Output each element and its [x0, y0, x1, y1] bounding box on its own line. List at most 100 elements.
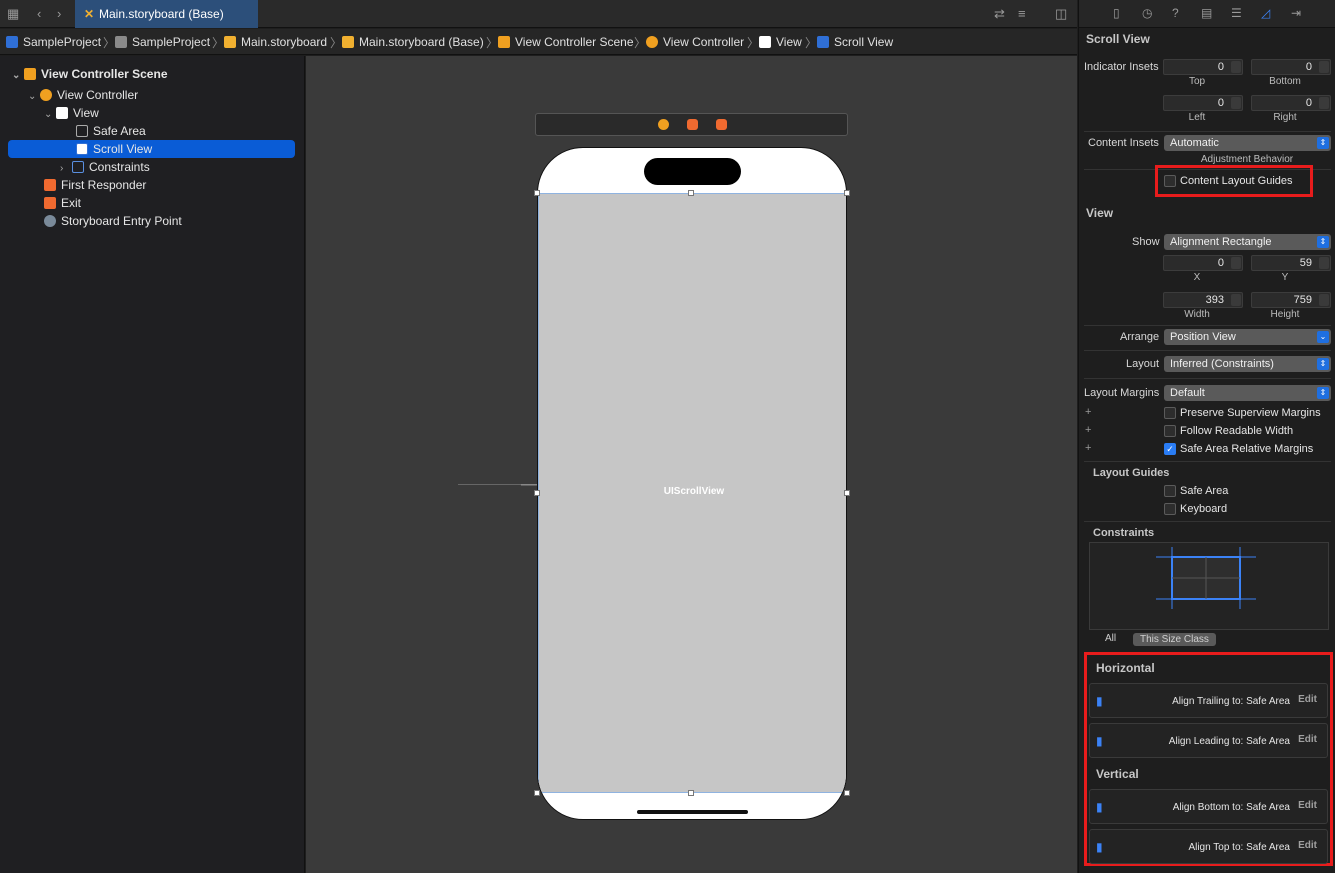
- plus-icon[interactable]: +: [1085, 406, 1091, 418]
- arrange-label: Arrange: [1120, 331, 1160, 343]
- constraint-text: Align Top to: Safe Area: [1188, 842, 1290, 853]
- edit-button[interactable]: Edit: [1298, 734, 1317, 745]
- dynamic-island: [644, 158, 741, 185]
- chevron-down-icon: ⌄: [1317, 331, 1329, 343]
- first-responder-icon[interactable]: [687, 119, 698, 130]
- stepper-icon[interactable]: [1231, 97, 1241, 109]
- outline-constraints[interactable]: › Constraints: [60, 158, 150, 176]
- file-icon[interactable]: ▯: [1113, 6, 1120, 20]
- outline-view-controller[interactable]: ⌄ View Controller: [28, 86, 138, 104]
- lg-keyboard-checkbox[interactable]: [1164, 503, 1176, 515]
- crumb-view-controller[interactable]: View Controller: [646, 35, 744, 49]
- identity-icon[interactable]: ▤: [1201, 6, 1212, 20]
- list-icon[interactable]: ≡: [1018, 6, 1026, 21]
- arrange-popup[interactable]: Position View ⌄: [1164, 329, 1331, 345]
- disclosure-open-icon[interactable]: ⌄: [12, 67, 24, 85]
- plus-icon[interactable]: +: [1085, 442, 1091, 454]
- help-icon[interactable]: ?: [1172, 6, 1179, 20]
- resize-handle[interactable]: [534, 490, 540, 496]
- stepper-icon[interactable]: [1319, 294, 1329, 306]
- crumb-storyboard[interactable]: Main.storyboard: [224, 35, 327, 49]
- constraint-align-top[interactable]: ▮ Align Top to: Safe Area Edit: [1089, 829, 1328, 864]
- y-label: Y: [1281, 272, 1289, 283]
- forward-icon[interactable]: ›: [57, 6, 61, 21]
- attributes-icon[interactable]: ☰: [1231, 6, 1242, 20]
- stepper-icon[interactable]: [1231, 294, 1241, 306]
- iphone-frame[interactable]: UIScrollView: [537, 147, 847, 820]
- constraints-label: Constraints: [1093, 527, 1155, 539]
- resize-handle[interactable]: [688, 790, 694, 796]
- x-field[interactable]: 0: [1163, 255, 1243, 271]
- resize-handle[interactable]: [844, 790, 850, 796]
- height-field[interactable]: 759: [1251, 292, 1331, 308]
- outline-first-responder[interactable]: First Responder: [44, 176, 146, 194]
- width-field[interactable]: 393: [1163, 292, 1243, 308]
- show-popup[interactable]: Alignment Rectangle ⇕: [1164, 234, 1331, 250]
- outline-view[interactable]: ⌄ View: [44, 104, 99, 122]
- stepper-icon[interactable]: [1231, 61, 1241, 73]
- stepper-icon[interactable]: [1319, 61, 1329, 73]
- back-icon[interactable]: ‹: [37, 6, 41, 21]
- left-inset-field[interactable]: 0: [1163, 95, 1243, 111]
- resize-handle[interactable]: [844, 490, 850, 496]
- resize-handle[interactable]: [688, 190, 694, 196]
- safe-area-margins-checkbox[interactable]: ✓: [1164, 443, 1176, 455]
- edit-button[interactable]: Edit: [1298, 694, 1317, 705]
- storyboard-canvas[interactable]: ⟶ UIScrollView: [306, 56, 1077, 873]
- stepper-icon[interactable]: [1319, 257, 1329, 269]
- follow-readable-checkbox[interactable]: [1164, 425, 1176, 437]
- view-controller-icon[interactable]: [658, 119, 669, 130]
- resize-handle[interactable]: [534, 190, 540, 196]
- stepper-icon[interactable]: [1319, 97, 1329, 109]
- outline-safe-area[interactable]: Safe Area: [76, 122, 146, 140]
- y-field[interactable]: 59: [1251, 255, 1331, 271]
- top-inset-field[interactable]: 0: [1163, 59, 1243, 75]
- stepper-icon[interactable]: [1231, 257, 1241, 269]
- crumb-folder[interactable]: SampleProject: [115, 35, 210, 49]
- constraint-align-trailing[interactable]: ▮ Align Trailing to: Safe Area Edit: [1089, 683, 1328, 718]
- preserve-margins-checkbox[interactable]: [1164, 407, 1176, 419]
- disclosure-open-icon[interactable]: ⌄: [44, 106, 56, 124]
- grid-icon[interactable]: ▦: [7, 6, 19, 22]
- exit-icon[interactable]: [716, 119, 727, 130]
- constraints-diagram[interactable]: [1089, 542, 1329, 630]
- storyboard-icon: [224, 36, 236, 48]
- size-ruler-icon[interactable]: ◿: [1261, 6, 1270, 20]
- resize-handle[interactable]: [534, 790, 540, 796]
- outline-label: View Controller: [57, 88, 139, 102]
- right-inset-field[interactable]: 0: [1251, 95, 1331, 111]
- layout-margins-popup[interactable]: Default ⇕: [1164, 385, 1331, 401]
- content-layout-guides-checkbox[interactable]: [1164, 175, 1176, 187]
- resize-handle[interactable]: [844, 190, 850, 196]
- connections-icon[interactable]: ⇥: [1291, 6, 1301, 20]
- lg-safe-area-checkbox[interactable]: [1164, 485, 1176, 497]
- bottom-inset-field[interactable]: 0: [1251, 59, 1331, 75]
- outline-exit[interactable]: Exit: [44, 194, 81, 212]
- outline-entry-point[interactable]: Storyboard Entry Point: [44, 212, 182, 230]
- crumb-view[interactable]: View: [759, 35, 802, 49]
- edit-button[interactable]: Edit: [1298, 840, 1317, 851]
- content-insets-popup[interactable]: Automatic ⇕: [1164, 135, 1331, 151]
- segment-all[interactable]: All: [1105, 633, 1116, 644]
- constraint-align-bottom[interactable]: ▮ Align Bottom to: Safe Area Edit: [1089, 789, 1328, 824]
- disclosure-open-icon[interactable]: ⌄: [28, 88, 40, 106]
- crumb-scroll-view[interactable]: Scroll View: [817, 35, 893, 49]
- history-icon[interactable]: ◷: [1142, 6, 1152, 20]
- layout-popup[interactable]: Inferred (Constraints) ⇕: [1164, 356, 1331, 372]
- constraint-align-leading[interactable]: ▮ Align Leading to: Safe Area Edit: [1089, 723, 1328, 758]
- height-label: Height: [1270, 309, 1300, 320]
- crumb-project[interactable]: SampleProject: [6, 35, 101, 49]
- edit-button[interactable]: Edit: [1298, 800, 1317, 811]
- scroll-view[interactable]: UIScrollView: [538, 193, 846, 793]
- outline-scene[interactable]: ⌄ View Controller Scene: [12, 65, 168, 83]
- outline-scroll-view[interactable]: Scroll View: [8, 140, 295, 158]
- storyboard-icon: ✕: [84, 7, 95, 21]
- segment-this-size-class[interactable]: This Size Class: [1133, 633, 1216, 646]
- crumb-scene[interactable]: View Controller Scene: [498, 35, 634, 49]
- tab-main-storyboard[interactable]: ✕ Main.storyboard (Base): [75, 0, 258, 28]
- inspector-toggle-icon[interactable]: ◫: [1055, 6, 1067, 22]
- crumb-label: Main.storyboard: [241, 35, 328, 49]
- crumb-storyboard-base[interactable]: Main.storyboard (Base): [342, 35, 484, 49]
- plus-icon[interactable]: +: [1085, 424, 1091, 436]
- swap-icon[interactable]: ⇄: [994, 6, 1005, 22]
